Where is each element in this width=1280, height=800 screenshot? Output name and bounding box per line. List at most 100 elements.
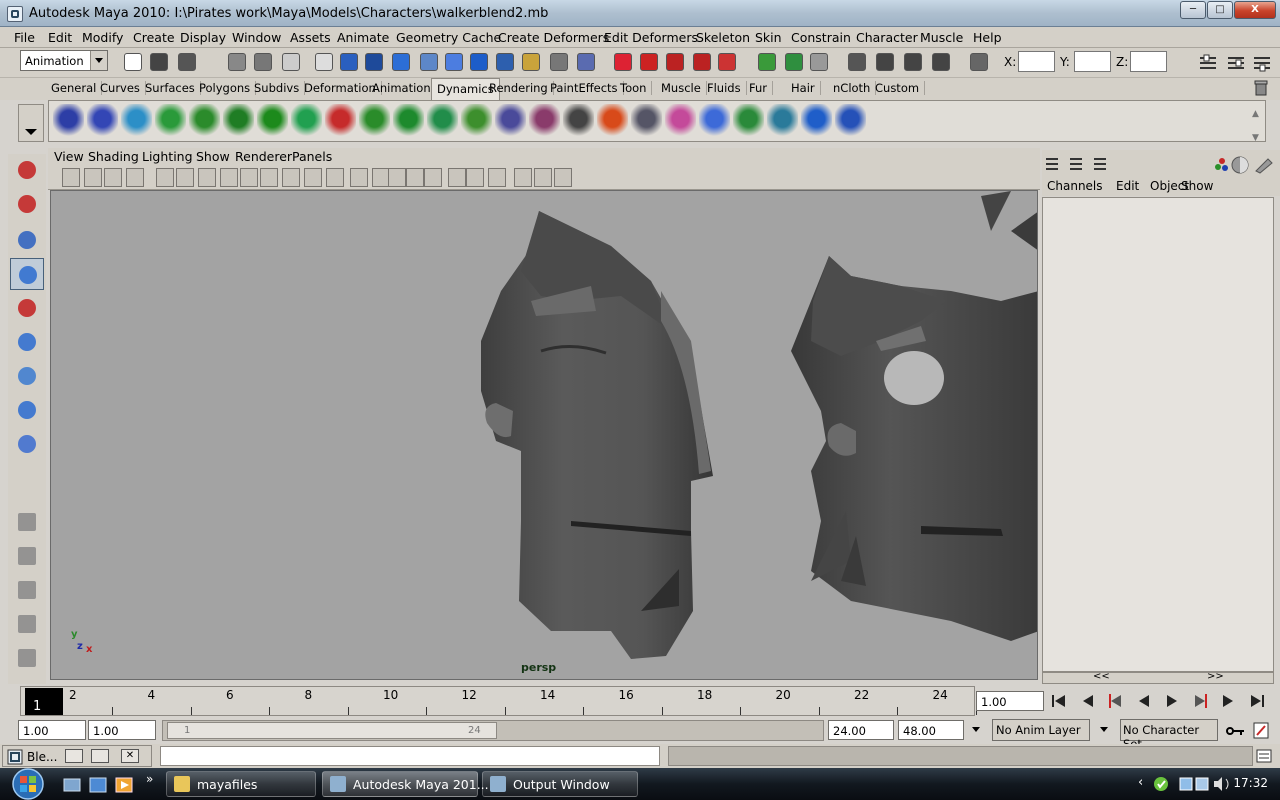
menu-edit-deformers[interactable]: Edit Deformers	[604, 30, 698, 45]
viewport-tool-icon[interactable]	[62, 168, 80, 187]
status-tool-icon[interactable]	[150, 53, 168, 71]
tab-muscle[interactable]: Muscle	[661, 81, 707, 95]
quick-launch-icons[interactable]	[62, 776, 138, 794]
status-tool-icon[interactable]	[340, 53, 358, 71]
character-set-dropdown-arrow[interactable]	[1096, 720, 1118, 742]
taskbar-item[interactable]: Autodesk Maya 201...	[322, 771, 489, 797]
tab-animation[interactable]: Animation	[372, 81, 437, 95]
status-tool-icon[interactable]	[254, 53, 272, 71]
viewport-tool-icon[interactable]	[488, 168, 506, 187]
viewport-menu-shading[interactable]: Shading	[88, 149, 139, 164]
menu-character[interactable]: Character	[856, 30, 918, 45]
menu-window[interactable]: Window	[232, 30, 281, 45]
dynamics-shelf-button[interactable]	[427, 104, 458, 137]
dynamics-shelf-button[interactable]	[495, 104, 526, 137]
scroll-left-button[interactable]: <<	[1093, 671, 1110, 682]
viewport-tool-icon[interactable]	[198, 168, 216, 187]
menu-create-deformers[interactable]: Create Deformers	[498, 30, 609, 45]
script-editor-icon[interactable]	[1256, 749, 1272, 763]
key-and-prefs-icons[interactable]	[1222, 722, 1278, 740]
viewport-tool-icon[interactable]	[514, 168, 532, 187]
tab-general[interactable]: General	[51, 81, 103, 95]
play-forwards-icon[interactable]	[1160, 690, 1184, 712]
tab-hair[interactable]: Hair	[791, 81, 821, 95]
status-tool-icon[interactable]	[758, 53, 776, 71]
panel-toggle-icons[interactable]	[1196, 52, 1272, 74]
viewport-tool-icon[interactable]	[240, 168, 258, 187]
menu-display[interactable]: Display	[180, 30, 226, 45]
dynamics-shelf-button[interactable]	[631, 104, 662, 137]
minimized-window[interactable]: Ble... ✕	[2, 745, 152, 767]
maximize-button[interactable]: □	[1207, 1, 1233, 19]
status-tool-icon[interactable]	[550, 53, 568, 71]
taskbar-item[interactable]: mayafiles	[166, 771, 316, 797]
end-time-field[interactable]: 48.00	[898, 720, 964, 740]
perspective-viewport[interactable]: y z x persp	[50, 190, 1038, 680]
viewport-tool-icon[interactable]	[126, 168, 144, 187]
command-line-input[interactable]	[160, 746, 660, 766]
soft-modification-icon[interactable]	[10, 394, 44, 426]
dynamics-shelf-button[interactable]	[563, 104, 594, 137]
character-set-dropdown[interactable]: No Character Set	[1120, 719, 1218, 751]
show-manipulator-icon[interactable]	[10, 428, 44, 460]
dynamics-shelf-button[interactable]	[665, 104, 696, 137]
menu-file[interactable]: File	[14, 30, 35, 45]
step-back-frame-icon[interactable]	[1076, 690, 1100, 712]
y-input[interactable]	[1074, 51, 1111, 72]
viewport-tool-icon[interactable]	[448, 168, 466, 187]
start-button[interactable]	[6, 768, 50, 800]
tab-rendering[interactable]: Rendering	[489, 81, 554, 95]
shelf-menu-button[interactable]	[18, 104, 44, 142]
menu-edit[interactable]: Edit	[48, 30, 72, 45]
restore-button[interactable]	[65, 749, 83, 763]
status-tool-icon[interactable]	[970, 53, 988, 71]
viewport-tool-icon[interactable]	[260, 168, 278, 187]
status-tool-icon[interactable]	[445, 53, 463, 71]
current-time-field[interactable]: 1.00	[976, 691, 1044, 711]
status-tool-icon[interactable]	[470, 53, 488, 71]
tab-subdivs[interactable]: Subdivs	[254, 81, 306, 95]
status-tool-icon[interactable]	[228, 53, 246, 71]
maximize-small-button[interactable]	[91, 749, 109, 763]
dynamics-shelf-button[interactable]	[223, 104, 254, 137]
dynamics-shelf-button[interactable]	[359, 104, 390, 137]
tray-expand-arrow[interactable]: ‹	[1138, 775, 1143, 790]
tab-ncloth[interactable]: nCloth	[833, 81, 877, 95]
viewport-tool-icon[interactable]	[84, 168, 102, 187]
viewport-tool-icon[interactable]	[326, 168, 344, 187]
menu-skeleton[interactable]: Skeleton	[696, 30, 750, 45]
single-perspective-layout-icon[interactable]	[10, 506, 44, 538]
status-tool-icon[interactable]	[496, 53, 514, 71]
menu-modify[interactable]: Modify	[82, 30, 123, 45]
move-tool-icon[interactable]	[10, 258, 44, 290]
attribute-editor-icons[interactable]	[1212, 155, 1276, 175]
z-input[interactable]	[1130, 51, 1167, 72]
tab-curves[interactable]: Curves	[100, 81, 146, 95]
viewport-tool-icon[interactable]	[424, 168, 442, 187]
menu-animate[interactable]: Animate	[337, 30, 389, 45]
channel-menu-channels[interactable]: Channels	[1047, 179, 1103, 193]
layout-toggle-icons[interactable]	[1044, 155, 1114, 173]
dynamics-shelf-button[interactable]	[121, 104, 152, 137]
status-tool-icon[interactable]	[178, 53, 196, 71]
channel-menu-show[interactable]: Show	[1181, 179, 1213, 193]
paint-select-tool-icon[interactable]	[10, 224, 44, 256]
range-slider[interactable]: 1 24	[162, 720, 824, 741]
status-tool-icon[interactable]	[785, 53, 803, 71]
start-range-field[interactable]: 1.00	[88, 720, 156, 740]
menu-assets[interactable]: Assets	[290, 30, 331, 45]
status-tool-icon[interactable]	[848, 53, 866, 71]
status-tool-icon[interactable]	[392, 53, 410, 71]
tab-deformation[interactable]: Deformation	[304, 81, 382, 95]
status-tool-icon[interactable]	[365, 53, 383, 71]
status-tool-icon[interactable]	[876, 53, 894, 71]
x-input[interactable]	[1018, 51, 1055, 72]
menu-skin[interactable]: Skin	[755, 30, 782, 45]
status-tool-icon[interactable]	[614, 53, 632, 71]
viewport-tool-icon[interactable]	[282, 168, 300, 187]
dynamics-shelf-button[interactable]	[87, 104, 118, 137]
dynamics-shelf-button[interactable]	[155, 104, 186, 137]
go-to-start-icon[interactable]	[1048, 690, 1072, 712]
time-slider[interactable]: 1 2 4 6 8 10 12 14 16 18 20 22 24	[20, 686, 977, 716]
minimize-button[interactable]: ─	[1180, 1, 1206, 19]
